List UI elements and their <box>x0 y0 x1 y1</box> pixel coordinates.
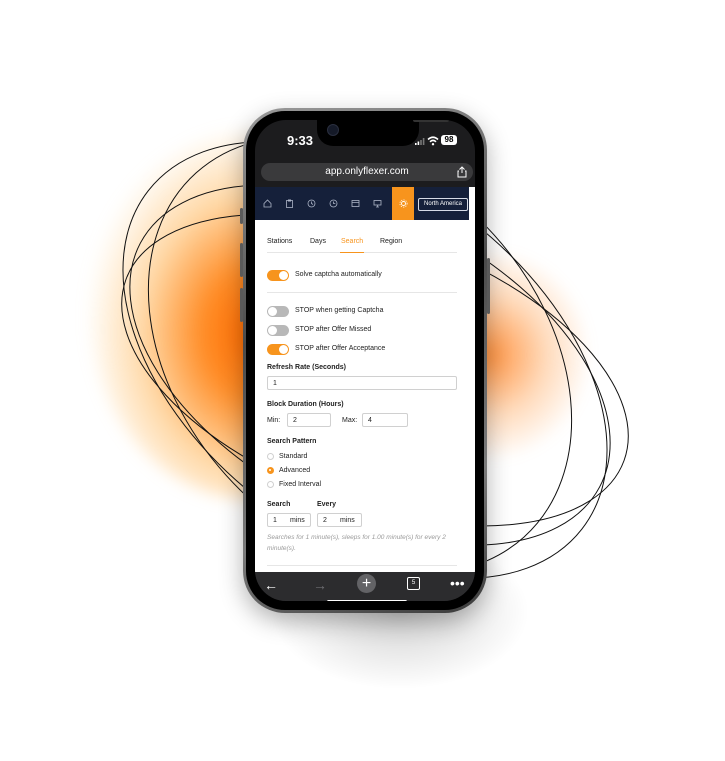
radio-fixed-interval[interactable] <box>267 481 274 488</box>
gear-icon <box>399 199 407 208</box>
status-time: 9:33 <box>287 133 314 148</box>
radio-advanced[interactable] <box>267 467 274 474</box>
radio-fixed-interval-label: Fixed Interval <box>279 481 322 488</box>
interval-hint: Searches for 1 minute(s), sleeps for 1.0… <box>267 534 446 552</box>
tab-stations[interactable]: Stations <box>267 238 292 245</box>
more-icon[interactable]: ••• <box>450 575 465 591</box>
address-bar[interactable]: app.onlyflexer.com <box>261 163 473 181</box>
scroll-edge <box>469 187 475 220</box>
new-tab-button[interactable]: + <box>357 574 376 593</box>
app-nav-bar: North America <box>255 187 469 220</box>
tab-region[interactable]: Region <box>380 238 402 245</box>
settings-panel: Stations Days Search Region Solve captch… <box>255 220 475 572</box>
settings-tabs: Stations Days Search Region <box>267 238 457 253</box>
max-label: Max: <box>342 417 358 424</box>
url-text: app.onlyflexer.com <box>325 166 409 177</box>
block-min-input[interactable]: 2 <box>287 413 331 427</box>
refresh-rate-input[interactable]: 1 <box>267 376 457 390</box>
stop-missed-toggle[interactable] <box>267 325 289 336</box>
wifi-icon <box>427 136 439 146</box>
solve-captcha-toggle[interactable] <box>267 270 289 281</box>
refresh-rate-heading: Refresh Rate (Seconds) <box>267 364 346 371</box>
every-minutes-unit: mins <box>340 517 355 524</box>
home-icon <box>263 199 271 208</box>
region-selector[interactable]: North America <box>418 198 468 211</box>
back-arrow-icon[interactable]: ← <box>264 577 278 593</box>
radio-standard-label: Standard <box>279 453 308 460</box>
nav-calendar[interactable] <box>344 187 366 220</box>
nav-offers[interactable] <box>278 187 300 220</box>
stop-accept-toggle[interactable] <box>267 344 289 355</box>
calendar-icon <box>351 200 359 207</box>
every-minutes-value: 2 <box>323 517 327 524</box>
tab-days[interactable]: Days <box>310 238 326 245</box>
phone-bezel: 9:33 98 app.onlyflexer.com North America… <box>246 111 484 610</box>
nav-schedule[interactable] <box>322 187 344 220</box>
power-button <box>487 258 490 314</box>
status-bar: 9:33 98 <box>255 120 475 162</box>
section-divider <box>267 292 457 293</box>
earpiece-speaker <box>413 120 449 122</box>
solve-captcha-label: Solve captcha automatically <box>295 271 382 278</box>
signal-icon <box>415 138 425 145</box>
front-camera <box>327 124 339 136</box>
search-minutes-value: 1 <box>273 517 277 524</box>
radio-advanced-label: Advanced <box>279 467 311 474</box>
phone-frame: 9:33 98 app.onlyflexer.com North America… <box>240 108 490 613</box>
radio-standard[interactable] <box>267 453 274 460</box>
home-indicator <box>327 600 407 601</box>
plus-icon: + <box>361 575 372 592</box>
search-pattern-heading: Search Pattern <box>267 438 317 445</box>
history-icon <box>307 199 315 208</box>
search-duration-heading: Search <box>267 501 291 508</box>
stop-missed-label: STOP after Offer Missed <box>295 326 372 333</box>
share-icon[interactable] <box>457 166 467 178</box>
stop-accept-label: STOP after Offer Acceptance <box>295 345 386 352</box>
nav-settings[interactable] <box>392 187 414 220</box>
monitor-icon <box>373 200 381 208</box>
battery-icon: 98 <box>441 135 457 145</box>
phone-screen: 9:33 98 app.onlyflexer.com North America… <box>255 120 475 601</box>
volume-up-button <box>240 243 243 277</box>
block-max-input[interactable]: 4 <box>362 413 408 427</box>
mute-switch <box>240 208 243 224</box>
stop-captcha-toggle[interactable] <box>267 306 289 317</box>
clock-icon <box>329 199 337 208</box>
stop-captcha-label: STOP when getting Captcha <box>295 307 384 314</box>
clipboard-icon <box>285 199 293 208</box>
forward-arrow-icon[interactable]: → <box>313 577 327 593</box>
nav-history[interactable] <box>300 187 322 220</box>
block-duration-heading: Block Duration (Hours) <box>267 401 344 408</box>
active-tab-indicator <box>340 252 364 253</box>
nav-monitor[interactable] <box>366 187 388 220</box>
min-label: Min: <box>267 417 281 424</box>
tabs-button[interactable]: 5 <box>407 577 420 590</box>
every-heading: Every <box>317 501 337 508</box>
search-minutes-unit: mins <box>290 517 305 524</box>
browser-toolbar: ← → + 5 ••• <box>255 572 475 601</box>
nav-home[interactable] <box>256 187 278 220</box>
tab-search[interactable]: Search <box>341 238 363 245</box>
bottom-divider <box>267 565 457 566</box>
volume-down-button <box>240 288 243 322</box>
